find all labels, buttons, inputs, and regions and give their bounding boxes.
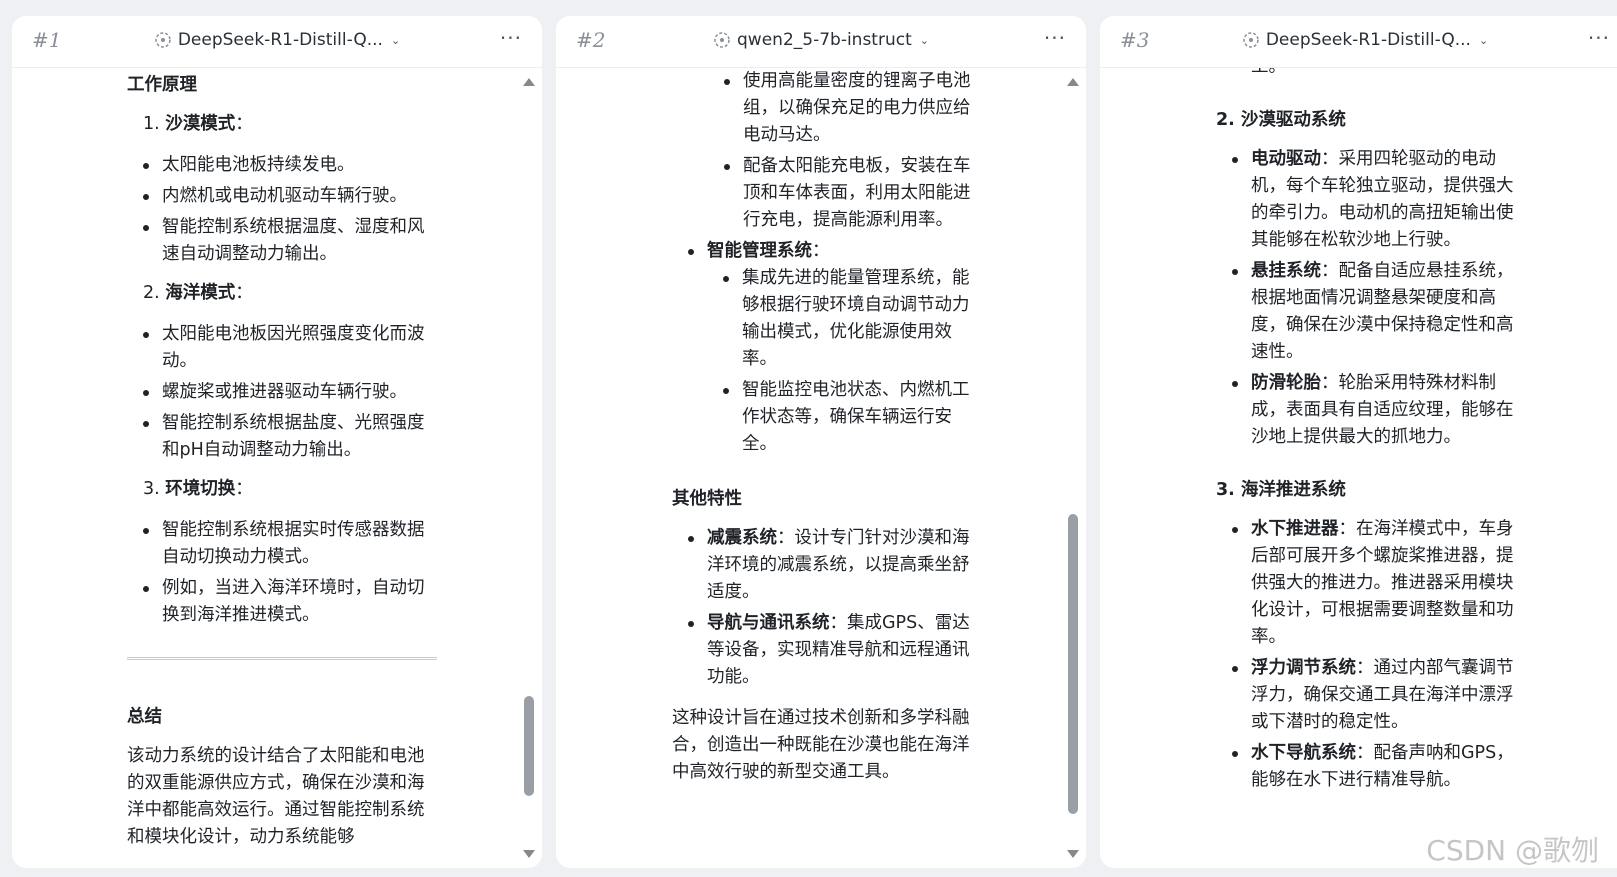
scroll-up-icon[interactable]: [1067, 78, 1079, 86]
list-item: 例如，当进入海洋环境时，自动切换到海洋推进模式。: [127, 575, 437, 629]
section-heading: 工作原理: [127, 75, 197, 95]
scroll-thumb[interactable]: [524, 696, 534, 796]
response-panel-2: #2 qwen2_5-7b-instruct ⌄ ··· 使用高能量密度的锂离子…: [556, 16, 1086, 868]
model-name: DeepSeek-R1-Distill-Q...: [177, 30, 383, 50]
summary-heading: 总结: [127, 707, 162, 727]
watermark: CSDN @歌刎: [1426, 834, 1599, 867]
summary-paragraph: 该动力系统的设计结合了太阳能和电池的双重能源供应方式，确保在沙漠和海洋中都能高效…: [127, 746, 425, 847]
model-selector[interactable]: DeepSeek-R1-Distill-Q... ⌄: [12, 30, 542, 50]
model-icon: [713, 31, 731, 49]
more-options-icon[interactable]: ···: [1588, 26, 1610, 50]
scroll-down-icon[interactable]: [523, 850, 535, 858]
list-item: 防滑轮胎：轮胎采用特殊材料制成，表面具有自适应纹理，能够在沙地上提供最大的抓地力…: [1216, 370, 1522, 451]
more-options-icon[interactable]: ···: [500, 26, 522, 50]
model-icon: [154, 31, 172, 49]
panel-header: #2 qwen2_5-7b-instruct ⌄ ···: [556, 16, 1086, 68]
list-item: 导航与通讯系统：集成GPS、雷达等设备，实现精准导航和远程通讯功能。: [672, 610, 978, 691]
model-name: DeepSeek-R1-Distill-Q...: [1265, 30, 1471, 50]
response-panel-3: #3 DeepSeek-R1-Distill-Q... ⌄ ··· 工。 2. …: [1100, 16, 1617, 868]
panel-content: 工。 2. 沙漠驱动系统 电动驱动：采用四轮驱动的电动机，每个车轮独立驱动，提供…: [1216, 68, 1522, 868]
section-heading: 3. 海洋推进系统: [1216, 480, 1346, 500]
panel-content: 工作原理 1. 沙漠模式： 太阳能电池板持续发电。 内燃机或电动机驱动车辆行驶。…: [127, 68, 437, 868]
list-item: 太阳能电池板持续发电。: [127, 152, 437, 179]
scroll-up-icon[interactable]: [523, 78, 535, 86]
list-item: 智能控制系统根据盐度、光照强度和pH自动调整动力输出。: [127, 410, 437, 464]
list-item: 浮力调节系统：通过内部气囊调节浮力，确保交通工具在海洋中漂浮或下潜时的稳定性。: [1216, 655, 1522, 736]
list-item: 内燃机或电动机驱动车辆行驶。: [127, 183, 437, 210]
sub-list-item: 使用高能量密度的锂离子电池组，以确保充足的电力供应给电动马达。: [708, 68, 978, 149]
chevron-down-icon: ⌄: [390, 33, 401, 47]
sub-list-item: 智能监控电池状态、内燃机工作状态等，确保车辆运行安全。: [707, 377, 978, 458]
section-heading: 其他特性: [672, 489, 742, 509]
list-item: 太阳能电池板因光照强度变化而波动。: [127, 321, 437, 375]
list-item: 悬挂系统：配备自适应悬挂系统，根据地面情况调整悬架硬度和高度，确保在沙漠中保持稳…: [1216, 258, 1522, 366]
panel-header: #3 DeepSeek-R1-Distill-Q... ⌄ ···: [1100, 16, 1617, 68]
model-selector[interactable]: qwen2_5-7b-instruct ⌄: [556, 30, 1086, 50]
model-name: qwen2_5-7b-instruct: [737, 30, 912, 50]
chevron-down-icon: ⌄: [919, 33, 929, 47]
numbered-item: 1. 沙漠模式：: [143, 114, 253, 134]
divider: [127, 657, 437, 660]
list-item: 电动驱动：采用四轮驱动的电动机，每个车轮独立驱动，提供强大的牵引力。电动机的高扭…: [1216, 146, 1522, 254]
numbered-item: 2. 海洋模式：: [143, 283, 253, 303]
list-item: 智能控制系统根据实时传感器数据自动切换动力模式。: [127, 517, 437, 571]
text-fragment: 工。: [1216, 68, 1522, 81]
list-item: 水下导航系统：配备声呐和GPS，能够在水下进行精准导航。: [1216, 740, 1522, 794]
closing-paragraph: 这种设计旨在通过技术创新和多学科融合，创造出一种既能在沙漠也能在海洋中高效行驶的…: [672, 708, 970, 782]
model-selector[interactable]: DeepSeek-R1-Distill-Q... ⌄: [1100, 30, 1617, 50]
scrollbar[interactable]: [522, 76, 536, 860]
list-item: 智能控制系统根据温度、湿度和风速自动调整动力输出。: [127, 214, 437, 268]
more-options-icon[interactable]: ···: [1044, 26, 1066, 50]
panel-header: #1 DeepSeek-R1-Distill-Q... ⌄ ···: [12, 16, 542, 68]
chevron-down-icon: ⌄: [1478, 33, 1489, 47]
list-item: 智能管理系统： 集成先进的能量管理系统，能够根据行驶环境自动调节动力输出模式，优…: [672, 238, 978, 458]
list-item: 螺旋桨或推进器驱动车辆行驶。: [127, 379, 437, 406]
sub-list-item: 配备太阳能充电板，安装在车顶和车体表面，利用太阳能进行充电，提高能源利用率。: [708, 153, 978, 234]
scrollbar[interactable]: [1066, 76, 1080, 860]
response-panel-1: #1 DeepSeek-R1-Distill-Q... ⌄ ··· 工作原理 1…: [12, 16, 542, 868]
sub-list-item: 集成先进的能量管理系统，能够根据行驶环境自动调节动力输出模式，优化能源使用效率。: [707, 265, 978, 373]
section-heading: 2. 沙漠驱动系统: [1216, 110, 1346, 130]
scroll-down-icon[interactable]: [1067, 850, 1079, 858]
list-item: 减震系统：设计专门针对沙漠和海洋环境的减震系统，以提高乘坐舒适度。: [672, 525, 978, 606]
panel-content: 使用高能量密度的锂离子电池组，以确保充足的电力供应给电动马达。 配备太阳能充电板…: [672, 68, 978, 868]
list-item: 水下推进器：在海洋模式中，车身后部可展开多个螺旋桨推进器，提供强大的推进力。推进…: [1216, 516, 1522, 651]
model-icon: [1242, 31, 1260, 49]
scroll-thumb[interactable]: [1068, 514, 1078, 814]
numbered-item: 3. 环境切换：: [143, 479, 253, 499]
